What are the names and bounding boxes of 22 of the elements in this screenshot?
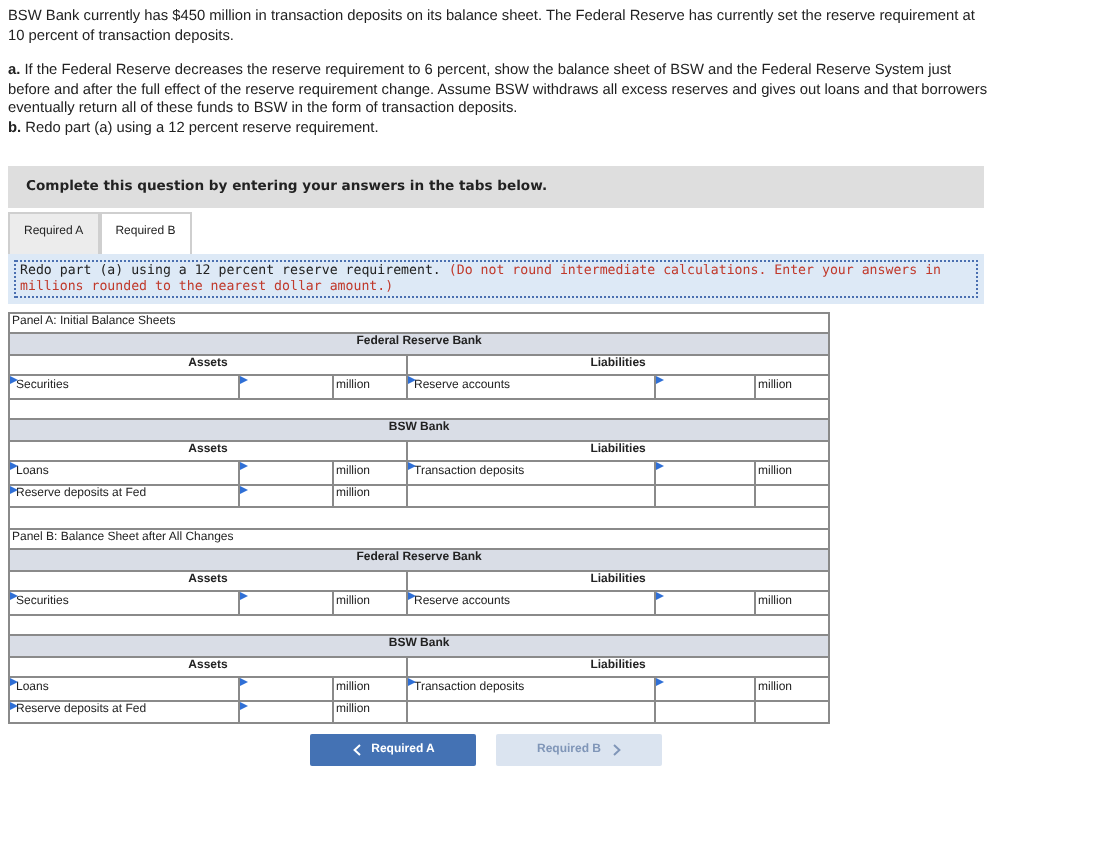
corner-flag-icon bbox=[10, 462, 18, 471]
corner-flag-icon bbox=[656, 462, 664, 471]
corner-flag-icon bbox=[10, 701, 18, 710]
corner-flag-icon bbox=[10, 485, 18, 494]
corner-flag-icon bbox=[240, 462, 248, 471]
corner-flag-icon bbox=[240, 592, 248, 601]
corner-flag-icon bbox=[656, 376, 664, 385]
corner-flag-icon bbox=[408, 678, 416, 687]
chevron-left-icon bbox=[351, 744, 362, 757]
corner-flag-icon bbox=[240, 485, 248, 494]
corner-flag-icon bbox=[656, 592, 664, 601]
corner-flag-icon bbox=[408, 592, 416, 601]
corner-flag-icon bbox=[10, 678, 18, 687]
corner-flag-icon bbox=[240, 376, 248, 385]
corner-flag-icon bbox=[408, 376, 416, 385]
corner-flag-icon bbox=[656, 678, 664, 687]
corner-flag-icon bbox=[10, 376, 18, 385]
corner-flag-icon bbox=[240, 701, 248, 710]
corner-flag-icon bbox=[408, 462, 416, 471]
chevron-right-icon bbox=[611, 744, 621, 757]
corner-flag-icon bbox=[10, 592, 18, 601]
corner-flag-icon bbox=[240, 678, 248, 687]
